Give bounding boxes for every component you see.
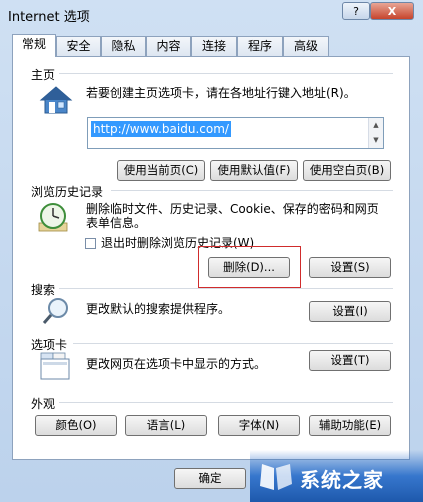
watermark-text: 系统之家 — [300, 468, 384, 492]
ok-button[interactable]: 确定 — [174, 468, 246, 489]
appearance-section-title: 外观 — [31, 395, 60, 412]
scroll-up-icon[interactable]: ▲ — [369, 118, 383, 133]
use-blank-button[interactable]: 使用空白页(B) — [303, 160, 391, 181]
house-icon — [39, 85, 73, 118]
home-description: 若要创建主页选项卡，请在各地址行键入地址(R)。 — [86, 86, 356, 100]
fonts-button[interactable]: 字体(N) — [218, 415, 300, 436]
tab-advanced[interactable]: 高级 — [283, 36, 329, 56]
title-bar: Internet 选项 ? X — [0, 0, 423, 30]
appearance-divider — [58, 402, 393, 403]
colors-button[interactable]: 颜色(O) — [35, 415, 117, 436]
tabs-section-description: 更改网页在选项卡中显示的方式。 — [86, 357, 267, 371]
tabs-section-divider — [73, 343, 393, 344]
url-scrollbar[interactable]: ▲ ▼ — [368, 118, 383, 148]
help-button[interactable]: ? — [342, 2, 370, 20]
search-description: 更改默认的搜索提供程序。 — [86, 302, 231, 316]
tab-privacy[interactable]: 隐私 — [101, 36, 146, 56]
history-description-line1: 删除临时文件、历史记录、Cookie、保存的密码和网页 — [86, 202, 379, 216]
use-default-button[interactable]: 使用默认值(F) — [210, 160, 298, 181]
scroll-down-icon[interactable]: ▼ — [369, 133, 383, 148]
window-title: Internet 选项 — [8, 10, 90, 25]
home-url-field[interactable]: http://www.baidu.com/ ▲ ▼ — [87, 117, 384, 149]
languages-button[interactable]: 语言(L) — [125, 415, 207, 436]
search-divider — [58, 288, 393, 289]
history-section-title: 浏览历史记录 — [31, 183, 108, 200]
home-section-title: 主页 — [31, 66, 60, 83]
watermark-logo: 系统之家 — [250, 450, 423, 502]
home-divider — [53, 73, 393, 74]
search-settings-button[interactable]: 设置(I) — [309, 301, 391, 322]
magnifier-icon — [41, 296, 71, 329]
tab-security[interactable]: 安全 — [56, 36, 101, 56]
history-description-line2: 表单信息。 — [86, 216, 147, 230]
internet-options-window: Internet 选项 ? X 常规 安全 隐私 内容 连接 程序 高级 主页 … — [0, 0, 423, 502]
delete-on-exit-checkbox[interactable] — [85, 238, 96, 249]
history-clock-icon — [37, 201, 71, 236]
delete-history-button[interactable]: 删除(D)... — [208, 257, 290, 278]
home-url-value[interactable]: http://www.baidu.com/ — [91, 121, 231, 137]
tab-content[interactable]: 内容 — [146, 36, 191, 56]
use-current-page-button[interactable]: 使用当前页(C) — [117, 160, 205, 181]
history-divider — [111, 190, 393, 191]
tabs-settings-button[interactable]: 设置(T) — [309, 350, 391, 371]
history-settings-button[interactable]: 设置(S) — [309, 257, 391, 278]
tabbed-window-icon — [39, 351, 71, 384]
tab-programs[interactable]: 程序 — [237, 36, 283, 56]
tab-connections[interactable]: 连接 — [191, 36, 237, 56]
general-tab-panel: 主页 若要创建主页选项卡，请在各地址行键入地址(R)。 http://www.b… — [12, 56, 410, 460]
accessibility-button[interactable]: 辅助功能(E) — [309, 415, 391, 436]
close-button[interactable]: X — [370, 2, 414, 20]
tab-general[interactable]: 常规 — [12, 34, 56, 57]
